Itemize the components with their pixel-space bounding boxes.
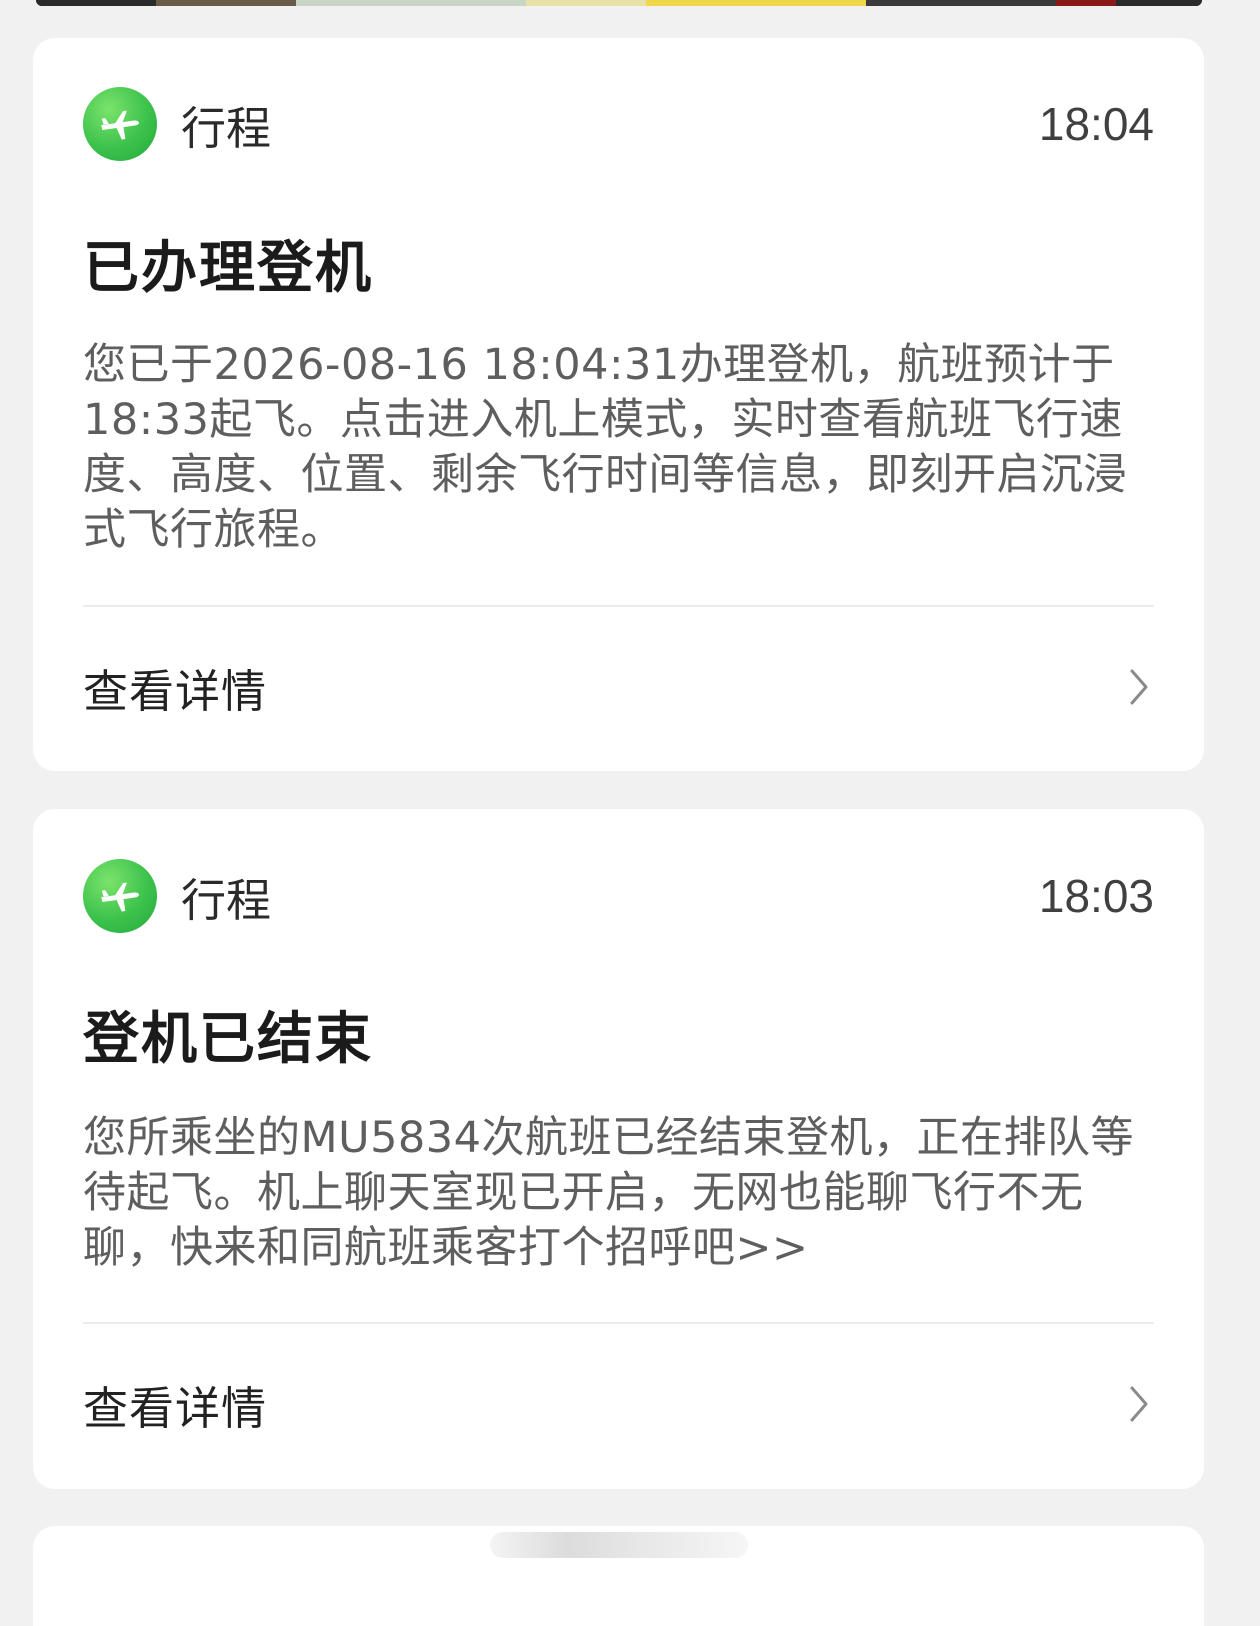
notification-card-checkin[interactable]: 行程 18:04 已办理登机 您已于2026-08-16 18:04:31办理登… [33, 38, 1204, 771]
airplane-icon [83, 859, 157, 933]
notification-card-boarding-closed[interactable]: 行程 18:03 登机已结束 您所乘坐的MU5834次航班已经结束登机，正在排队… [33, 809, 1204, 1489]
notification-title: 登机已结束 [83, 1007, 373, 1072]
app-name: 行程 [181, 101, 272, 155]
divider [83, 605, 1154, 607]
notification-time: 18:04 [1038, 98, 1154, 150]
airplane-icon [83, 87, 157, 161]
card-placeholder [490, 1532, 748, 1558]
chevron-right-icon [1124, 1384, 1154, 1424]
view-details-label: 查看详情 [83, 1381, 268, 1435]
divider [83, 1322, 1154, 1324]
chevron-right-icon [1124, 667, 1154, 707]
next-notification-card[interactable] [33, 1526, 1204, 1626]
app-name: 行程 [181, 873, 272, 927]
previous-card-edge [36, 0, 1202, 6]
notification-time: 18:03 [1038, 870, 1154, 922]
view-details-button[interactable]: 查看详情 [83, 652, 1154, 722]
notification-body[interactable]: 您已于2026-08-16 18:04:31办理登机，航班预计于18:33起飞。… [83, 338, 1155, 558]
notification-title: 已办理登机 [83, 236, 373, 301]
card-header: 行程 18:03 [83, 858, 1154, 934]
notification-body[interactable]: 您所乘坐的MU5834次航班已经结束登机，正在排队等待起飞。机上聊天室现已开启，… [83, 1111, 1155, 1276]
card-header: 行程 18:04 [83, 86, 1154, 162]
view-details-button[interactable]: 查看详情 [83, 1369, 1154, 1439]
view-details-label: 查看详情 [83, 664, 268, 718]
